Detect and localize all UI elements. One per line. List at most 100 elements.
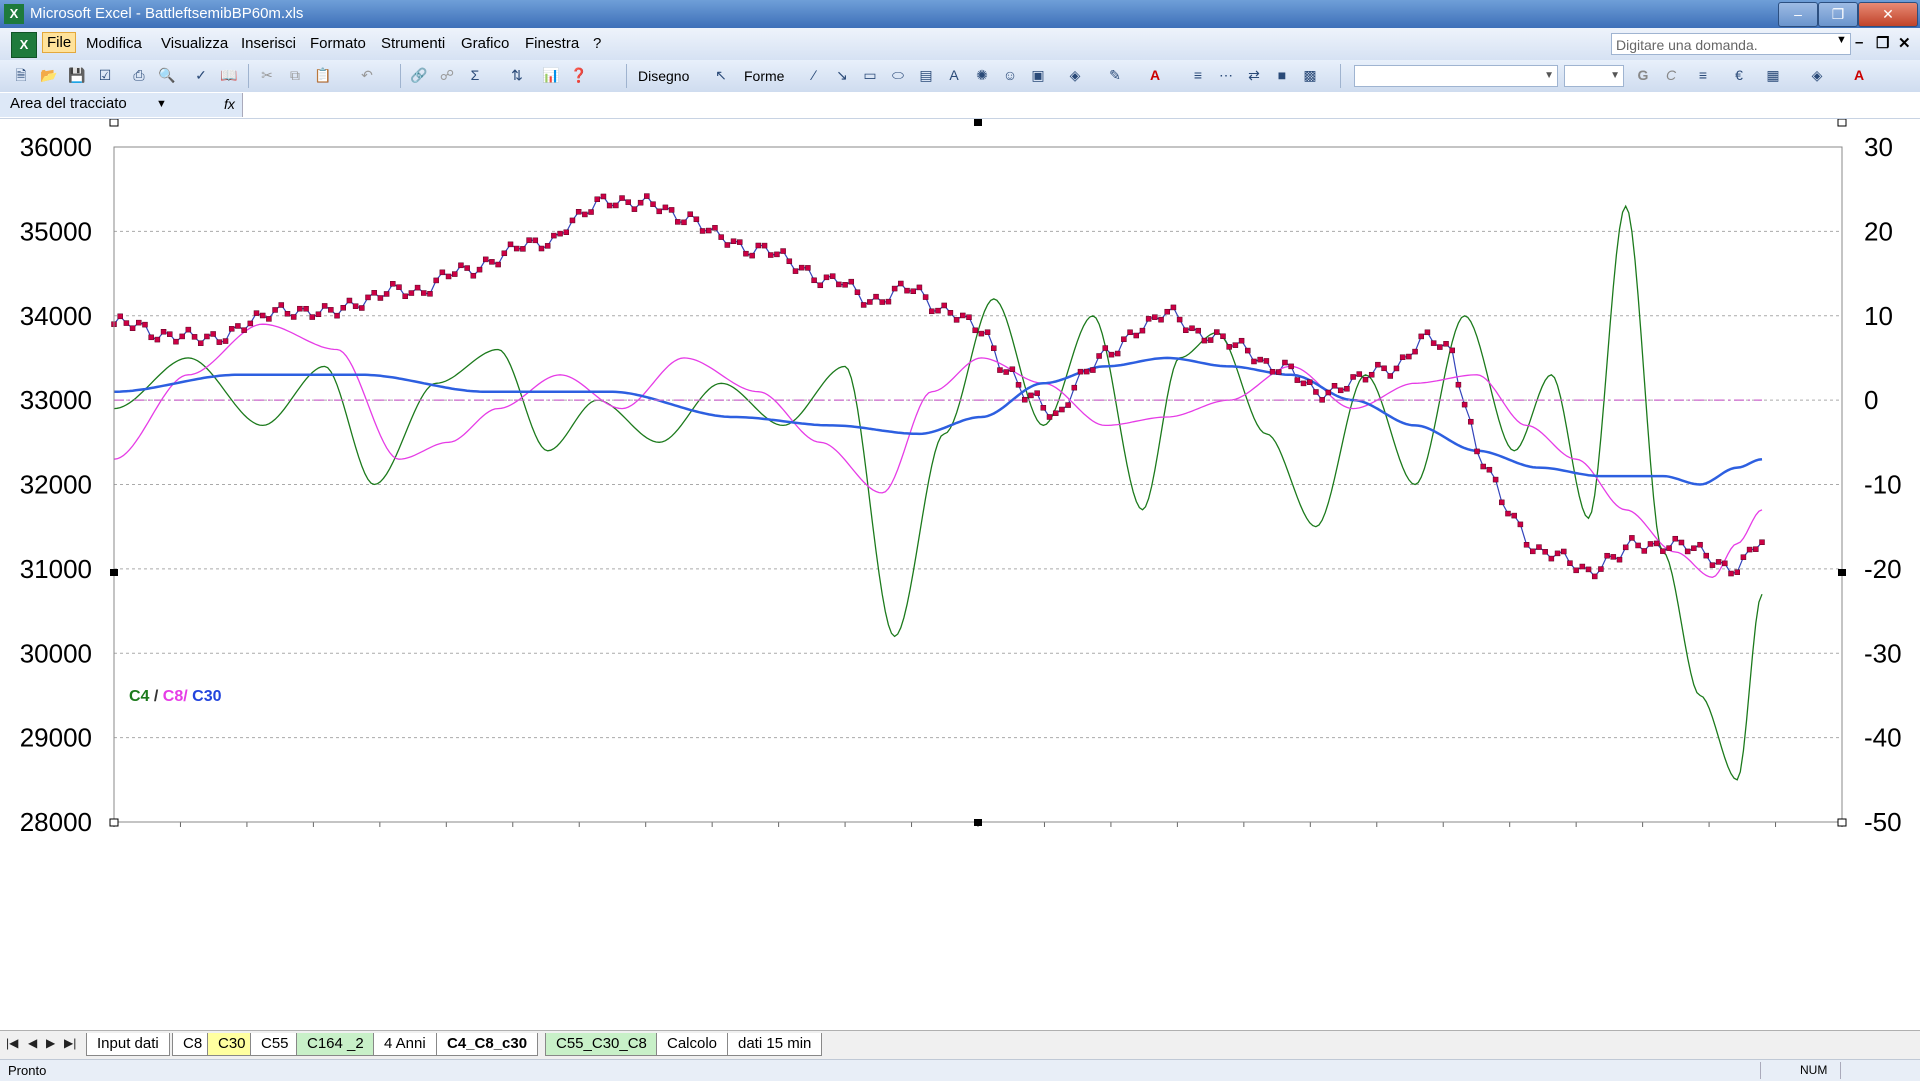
handle-top-middle[interactable]	[974, 119, 982, 126]
font-name-combo[interactable]: ▼	[1354, 65, 1558, 87]
help-icon[interactable]: ❓	[568, 64, 590, 86]
select-objects-icon[interactable]: ↖	[710, 64, 732, 86]
name-box[interactable]: Area del tracciato ▼ fx	[0, 93, 243, 117]
minimize-doc-icon[interactable]: –	[1855, 34, 1863, 51]
rectangle-icon[interactable]: ▭	[859, 64, 881, 86]
sort-icon[interactable]: ⇅	[506, 64, 528, 86]
sheet-tab-c55[interactable]: C55	[250, 1033, 300, 1056]
menu-formato[interactable]: Formato	[310, 35, 366, 52]
line-style-icon[interactable]: ≡	[1187, 64, 1209, 86]
price-marker	[1511, 512, 1517, 519]
price-marker	[1678, 539, 1685, 546]
autosum-icon[interactable]: Σ	[464, 64, 486, 86]
currency-icon[interactable]: €	[1728, 64, 1750, 86]
cut-icon[interactable]: ✂	[256, 64, 278, 86]
dash-style-icon[interactable]: ⋯	[1215, 64, 1237, 86]
sheet-tab-c4-c8-c30[interactable]: C4_C8_c30	[436, 1033, 539, 1056]
font-color-2-icon[interactable]: A	[1848, 64, 1870, 86]
new-file-icon[interactable]: 🗎	[10, 64, 32, 86]
handle-middle-left[interactable]	[110, 569, 118, 576]
copy-icon[interactable]: ⧉	[284, 64, 306, 86]
font-color-icon[interactable]: A	[1144, 64, 1166, 86]
align-icon[interactable]: ≡	[1692, 64, 1714, 86]
wordart-icon[interactable]: A	[943, 64, 965, 86]
restore-doc-icon[interactable]: ❐	[1876, 34, 1889, 52]
chevron-down-icon[interactable]: ▼	[156, 98, 167, 110]
chart-svg[interactable]: 36000 35000 34000 33000 32000 31000 30000 29000…	[0, 118, 1920, 1029]
series-line-c4[interactable]	[113, 204, 1763, 781]
fx-icon[interactable]: fx	[224, 96, 235, 112]
chart-wizard-icon[interactable]: 📊	[540, 64, 562, 86]
diagram-icon[interactable]: ✺	[971, 64, 993, 86]
restore-button[interactable]: ❐	[1818, 2, 1858, 27]
excel-icon[interactable]: X	[4, 4, 24, 24]
bold-icon[interactable]: G	[1632, 64, 1654, 86]
picture-icon[interactable]: ▣	[1027, 64, 1049, 86]
fill-color-2-icon[interactable]: ◈	[1806, 64, 1828, 86]
arrow-icon[interactable]: ↘	[831, 64, 853, 86]
handle-middle-right[interactable]	[1838, 569, 1846, 576]
permission-icon[interactable]: ☑	[94, 64, 116, 86]
3d-icon[interactable]: ▩	[1299, 64, 1321, 86]
prev-sheet-icon[interactable]: ◀	[28, 1036, 37, 1050]
line-color-icon[interactable]: ✎	[1104, 64, 1126, 86]
arrow-style-icon[interactable]: ⇄	[1243, 64, 1265, 86]
sheet-tab-dati-15-min[interactable]: dati 15 min	[727, 1033, 823, 1056]
first-sheet-icon[interactable]: |◀	[6, 1036, 18, 1050]
clipart-icon[interactable]: ☺	[999, 64, 1021, 86]
minimize-button[interactable]: –	[1778, 2, 1818, 27]
shapes-menu[interactable]: Forme	[744, 68, 784, 84]
menu-strumenti[interactable]: Strumenti	[381, 35, 445, 52]
oval-icon[interactable]: ⬭	[887, 64, 909, 86]
chart-area[interactable]: 36000 35000 34000 33000 32000 31000 30000 29000…	[0, 118, 1920, 1029]
close-button[interactable]: ✕	[1858, 2, 1918, 27]
handle-top-right[interactable]	[1837, 118, 1847, 127]
menu-grafico[interactable]: Grafico	[461, 35, 509, 52]
menu-file[interactable]: File	[42, 32, 77, 53]
price-marker	[823, 274, 830, 281]
ask-question-input[interactable]: Digitare una domanda.	[1611, 33, 1851, 55]
menu-modifica[interactable]: Modifica	[86, 35, 142, 52]
menu-visualizza[interactable]: Visualizza	[161, 35, 228, 52]
hyperlink-icon[interactable]: 🔗	[408, 64, 430, 86]
sheet-tab-c55-c30-c8[interactable]: C55_C30_C8	[545, 1033, 658, 1056]
textbox-icon[interactable]: ▤	[915, 64, 937, 86]
menu-inserisci[interactable]: Inserisci	[241, 35, 296, 52]
menu-finestra[interactable]: Finestra	[525, 35, 579, 52]
save-icon[interactable]: 💾	[66, 64, 88, 86]
line-icon[interactable]: ∕	[803, 64, 825, 86]
paste-icon[interactable]: 📋	[312, 64, 334, 86]
handle-bottom-left[interactable]	[109, 818, 119, 827]
next-sheet-icon[interactable]: ▶	[46, 1036, 55, 1050]
chevron-down-icon[interactable]: ▼	[1836, 34, 1847, 46]
italic-icon[interactable]: C	[1660, 64, 1682, 86]
close-doc-icon[interactable]: ✕	[1898, 34, 1911, 52]
price-marker	[786, 258, 793, 265]
menu-help[interactable]: ?	[593, 35, 601, 52]
autosum-dim-icon[interactable]: ☍	[436, 64, 458, 86]
borders-icon[interactable]: ▦	[1762, 64, 1784, 86]
print-preview-icon[interactable]: 🔍	[156, 64, 178, 86]
last-sheet-icon[interactable]: ▶|	[64, 1036, 76, 1050]
sheet-tab-calcolo[interactable]: Calcolo	[656, 1033, 729, 1056]
font-size-combo[interactable]: ▼	[1564, 65, 1624, 87]
sheet-tab-c164-2[interactable]: C164 _2	[296, 1033, 375, 1056]
handle-top-left[interactable]	[109, 118, 119, 127]
open-folder-icon[interactable]: 📂	[38, 64, 60, 86]
fill-color-icon[interactable]: ◈	[1064, 64, 1086, 86]
handle-bottom-right[interactable]	[1837, 818, 1847, 827]
price-marker	[1028, 392, 1034, 399]
spelling-icon[interactable]: ✓	[190, 64, 212, 86]
research-icon[interactable]: 📖	[218, 64, 240, 86]
shadow-icon[interactable]: ■	[1271, 64, 1293, 86]
sheet-tab-input-dati[interactable]: Input dati	[86, 1033, 170, 1056]
handle-bottom-middle[interactable]	[974, 819, 982, 826]
price-marker	[1096, 353, 1102, 359]
sheet-tab-4-anni[interactable]: 4 Anni	[373, 1033, 437, 1056]
print-icon[interactable]: ⎙	[128, 64, 150, 86]
chart-legend[interactable]: C4 / C8/ C30	[129, 688, 222, 705]
undo-icon[interactable]: ↶	[356, 64, 378, 86]
workbook-icon[interactable]: X	[11, 32, 37, 58]
price-marker	[613, 202, 619, 209]
drawing-menu[interactable]: Disegno	[638, 68, 689, 84]
